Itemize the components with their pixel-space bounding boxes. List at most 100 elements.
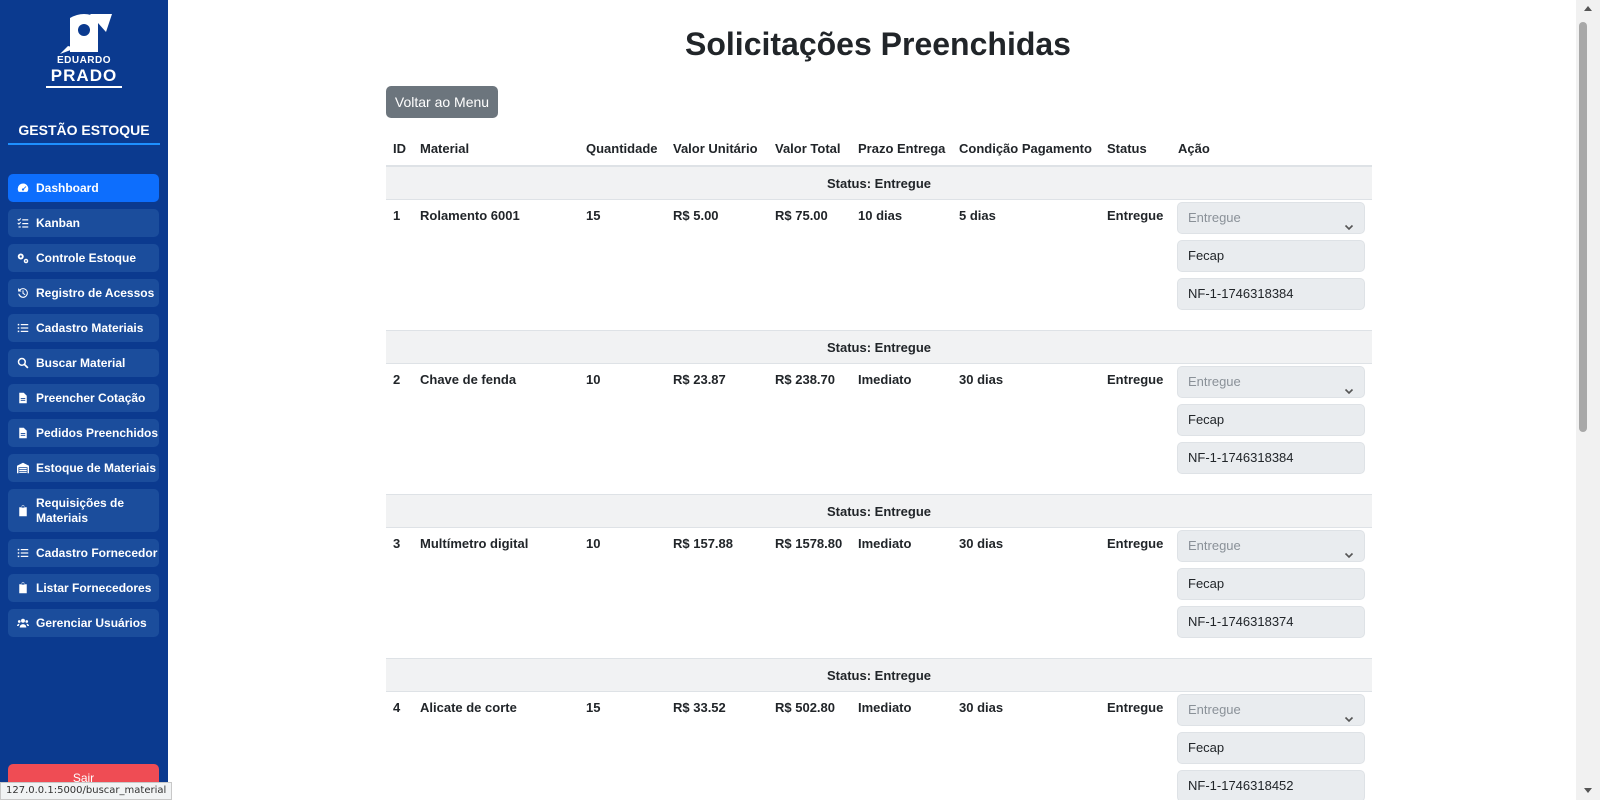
invoice-field[interactable]: NF-1-1746318384 [1177, 278, 1365, 310]
column-header: Status [1107, 141, 1147, 156]
cell-unit-price: R$ 23.87 [673, 372, 726, 387]
clipboard-icon [16, 581, 30, 595]
sidebar-item-cadastro-materiais[interactable]: Cadastro Materiais [8, 314, 159, 342]
column-header: Material [420, 141, 470, 156]
sidebar-item-registro-acessos[interactable]: Registro de Acessos [8, 279, 159, 307]
supplier-field[interactable]: Fecap [1177, 732, 1365, 764]
sidebar-item-label: Listar Fornecedores [36, 580, 152, 595]
sidebar-item-label: Estoque de Materiais [36, 460, 157, 475]
search-icon [16, 356, 30, 370]
cell-status: Entregue [1107, 208, 1164, 223]
invoice-field[interactable]: NF-1-1746318384 [1177, 442, 1365, 474]
sidebar-item-gerenciar-usuarios[interactable]: Gerenciar Usuários [8, 609, 159, 637]
cell-material: Multímetro digital [420, 536, 529, 551]
cell-payment-condition: 5 dias [959, 208, 996, 223]
chevron-down-icon [1344, 541, 1354, 559]
supplier-field[interactable]: Fecap [1177, 568, 1365, 600]
logo-underline [46, 86, 122, 88]
column-header: Condição Pagamento [959, 141, 1092, 156]
status-select[interactable]: Entregue [1177, 202, 1365, 234]
table-row: Status: Entregue 1 Rolamento 6001 15 R$ … [386, 166, 1372, 330]
table-row: Status: Entregue 2 Chave de fenda 10 R$ … [386, 330, 1372, 494]
warehouse-icon [16, 461, 30, 475]
cell-status: Entregue [1107, 700, 1164, 715]
sidebar: EDUARDO PRADO GESTÃO ESTOQUE Dashboard K… [0, 0, 168, 800]
cell-unit-price: R$ 157.88 [673, 536, 733, 551]
chevron-down-icon [1344, 213, 1354, 231]
column-header: Ação [1178, 141, 1210, 156]
history-icon [16, 286, 30, 300]
table-header: ID Material Quantidade Valor Unitário Va… [386, 134, 1372, 166]
status-select-value: Entregue [1188, 702, 1241, 717]
cell-status: Entregue [1107, 536, 1164, 551]
gears-icon [16, 251, 30, 265]
back-to-menu-button[interactable]: Voltar ao Menu [386, 86, 498, 118]
sidebar-item-dashboard[interactable]: Dashboard [8, 174, 159, 202]
sidebar-item-label: Kanban [36, 215, 81, 230]
status-select[interactable]: Entregue [1177, 530, 1365, 562]
cell-material: Chave de fenda [420, 372, 517, 387]
status-bar-url: 127.0.0.1:5000/buscar_material [0, 782, 173, 800]
cell-id: 4 [393, 700, 401, 715]
sidebar-item-label: Dashboard [36, 180, 99, 195]
cell-quantity: 15 [586, 700, 601, 715]
column-header: Prazo Entrega [858, 141, 946, 156]
scroll-up-arrow-icon[interactable] [1584, 6, 1592, 11]
chevron-down-icon [1344, 377, 1354, 395]
cell-unit-price: R$ 33.52 [673, 700, 726, 715]
cell-id: 1 [393, 208, 401, 223]
invoice-field[interactable]: NF-1-1746318374 [1177, 606, 1365, 638]
cell-delivery-time: Imediato [858, 700, 912, 715]
brand-title: GESTÃO ESTOQUE [18, 122, 150, 138]
status-select-value: Entregue [1188, 374, 1241, 389]
logo-text-top: EDUARDO [56, 55, 112, 66]
users-icon [16, 616, 30, 630]
sidebar-item-label: Pedidos Preenchidos [36, 425, 159, 440]
cell-total-price: R$ 75.00 [775, 208, 828, 223]
cell-material: Rolamento 6001 [420, 208, 520, 223]
vertical-scrollbar[interactable] [1576, 0, 1600, 800]
sidebar-item-listar-fornecedores[interactable]: Listar Fornecedores [8, 574, 159, 602]
scroll-down-arrow-icon[interactable] [1584, 788, 1592, 793]
sidebar-item-cadastro-fornecedor[interactable]: Cadastro Fornecedor [8, 539, 159, 567]
sidebar-item-label: Gerenciar Usuários [36, 615, 147, 630]
cell-payment-condition: 30 dias [959, 700, 1004, 715]
cell-quantity: 10 [586, 372, 601, 387]
cell-delivery-time: Imediato [858, 536, 912, 551]
sidebar-item-estoque-materiais[interactable]: Estoque de Materiais [8, 454, 159, 482]
sidebar-item-pedidos-preenchidos[interactable]: Pedidos Preenchidos [8, 419, 159, 447]
sidebar-item-requisicoes-materiais[interactable]: Requisições de Materiais [8, 489, 159, 532]
cell-quantity: 15 [586, 208, 601, 223]
status-select[interactable]: Entregue [1177, 366, 1365, 398]
file-icon [16, 426, 30, 440]
status-select-value: Entregue [1188, 210, 1241, 225]
column-header: Quantidade [586, 141, 658, 156]
main-content: Solicitações Preenchidas Voltar ao Menu … [168, 0, 1576, 800]
scrollbar-thumb[interactable] [1579, 22, 1587, 432]
sidebar-item-controle-estoque[interactable]: Controle Estoque [8, 244, 159, 272]
list-icon [16, 546, 30, 560]
cell-id: 3 [393, 536, 401, 551]
supplier-field[interactable]: Fecap [1177, 404, 1365, 436]
sidebar-item-buscar-material[interactable]: Buscar Material [8, 349, 159, 377]
group-status-header: Status: Entregue [386, 330, 1372, 364]
invoice-field[interactable]: NF-1-1746318452 [1177, 770, 1365, 800]
clipboard-icon [16, 504, 30, 518]
cell-total-price: R$ 238.70 [775, 372, 835, 387]
status-select[interactable]: Entregue [1177, 694, 1365, 726]
list-check-icon [16, 216, 30, 230]
sidebar-item-preencher-cotacao[interactable]: Preencher Cotação [8, 384, 159, 412]
list-icon [16, 321, 30, 335]
sidebar-item-label: Cadastro Fornecedor [36, 545, 158, 560]
cell-delivery-time: Imediato [858, 372, 912, 387]
cell-payment-condition: 30 dias [959, 536, 1004, 551]
sidebar-item-kanban[interactable]: Kanban [8, 209, 159, 237]
group-status-header: Status: Entregue [386, 166, 1372, 200]
cell-total-price: R$ 502.80 [775, 700, 835, 715]
supplier-field[interactable]: Fecap [1177, 240, 1365, 272]
logo-text-bottom: PRADO [50, 66, 118, 85]
sidebar-item-label: Requisições de Materiais [36, 495, 125, 525]
sidebar-item-label: Preencher Cotação [36, 390, 146, 405]
brand-underline [8, 143, 160, 145]
cell-id: 2 [393, 372, 401, 387]
